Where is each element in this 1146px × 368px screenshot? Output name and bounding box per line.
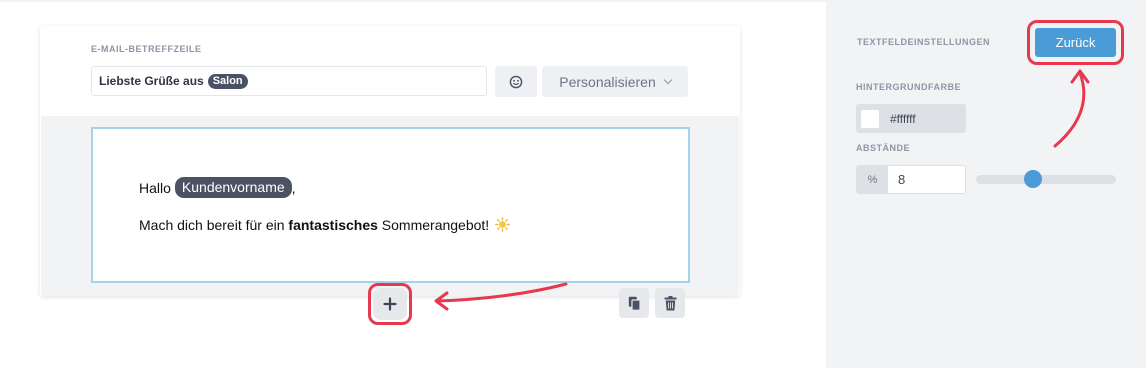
greeting-line: Hallo Kundenvorname ,: [139, 177, 296, 198]
delete-block-button[interactable]: [655, 288, 685, 318]
subject-tag[interactable]: Salon: [207, 73, 248, 89]
spacing-label: ABSTÄNDE: [856, 143, 911, 153]
greeting-suffix: ,: [291, 179, 296, 196]
spacing-input[interactable]: % 8: [856, 165, 966, 194]
personalize-dropdown[interactable]: Personalisieren: [542, 66, 688, 97]
body-line: Mach dich bereit für ein fantastisches S…: [139, 217, 510, 233]
sidebar-title: TEXTFELDEINSTELLUNGEN: [857, 37, 991, 47]
background-color-field[interactable]: #ffffff: [856, 104, 966, 133]
body-after: Sommerangebot!: [381, 217, 490, 233]
first-name-tag[interactable]: Kundenvorname: [174, 177, 292, 198]
personalize-label: Personalisieren: [559, 73, 656, 90]
background-color-label: HINTERGRUNDFARBE: [856, 82, 962, 92]
greeting-text: Hallo: [139, 179, 171, 196]
subject-label: E-MAIL-BETREFFZEILE: [91, 44, 202, 54]
color-swatch[interactable]: [861, 109, 879, 128]
text-block[interactable]: Hallo Kundenvorname , Mach dich bereit f…: [91, 127, 690, 283]
chevron-down-icon: [663, 75, 672, 85]
duplicate-block-button[interactable]: [619, 288, 649, 318]
add-highlight-outline: [368, 283, 412, 325]
sun-emoji-icon: [495, 217, 510, 232]
spacing-value: 8: [898, 172, 906, 187]
back-highlight-outline: [1027, 20, 1124, 65]
subject-input[interactable]: Liebste Grüße aus Salon: [91, 66, 487, 96]
trash-icon: [664, 295, 676, 310]
spacing-unit: %: [857, 166, 888, 193]
emoji-icon: [509, 75, 523, 88]
background-color-value: #ffffff: [890, 111, 916, 126]
spacing-slider[interactable]: [976, 170, 1116, 188]
body-before: Mach dich bereit für ein: [139, 217, 285, 233]
copy-icon: [628, 296, 641, 311]
body-bold: fantastisches: [288, 217, 378, 233]
top-strip: [0, 0, 826, 2]
emoji-button[interactable]: [495, 66, 537, 97]
subject-text: Liebste Grüße aus: [99, 74, 204, 88]
